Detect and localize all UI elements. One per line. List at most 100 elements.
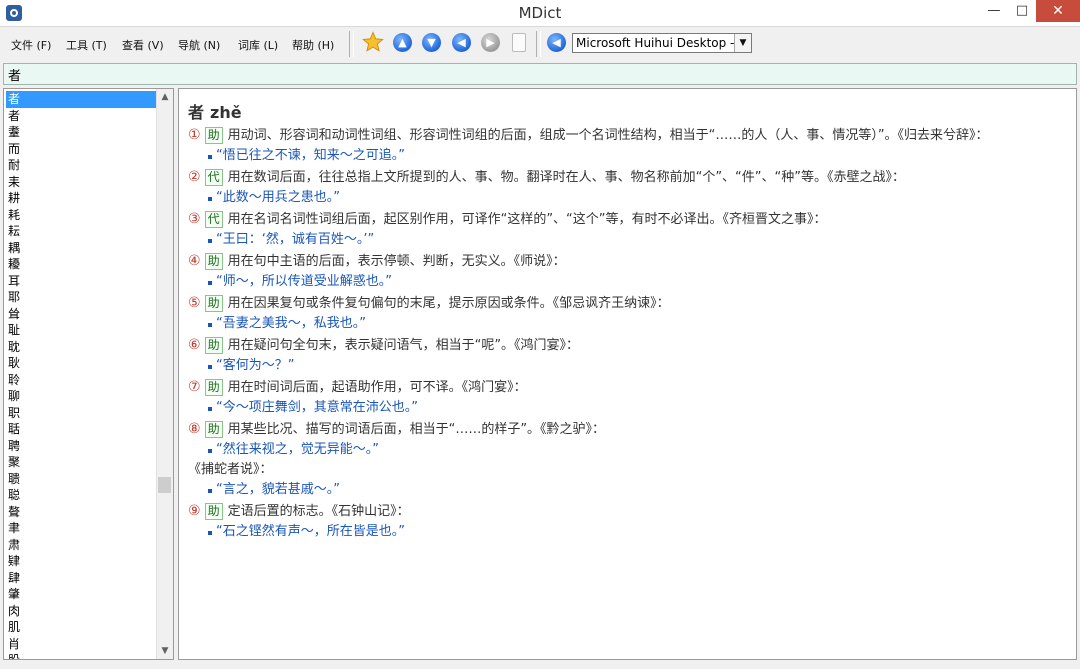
menu-navigate[interactable]: 导航 (N): [178, 37, 220, 53]
example-text: “此数～用兵之患也。”: [216, 190, 340, 205]
sense-number: ⑧: [188, 421, 201, 437]
sense-number: ①: [188, 127, 201, 143]
word-list-item[interactable]: 肌: [6, 619, 156, 636]
word-list-item[interactable]: 肄: [6, 553, 156, 570]
chevron-up-icon[interactable]: ▲: [157, 89, 173, 105]
sense-text: 用动词、形容词和动词性词组、形容词性词组的后面，组成一个名词性结构，相当于“………: [227, 128, 989, 143]
menu-help[interactable]: 帮助 (H): [292, 37, 334, 53]
search-input[interactable]: [3, 63, 1077, 85]
sense-text: 用在句中主语的后面，表示停顿、判断，无实义。《师说》：: [227, 254, 566, 269]
arrow-up-icon[interactable]: ▲: [393, 33, 412, 52]
sense-text: 定语后置的标志。《石钟山记》：: [227, 504, 410, 519]
close-button[interactable]: ✕: [1036, 0, 1080, 22]
menu-tools[interactable]: 工具 (T): [66, 37, 107, 53]
word-list-item[interactable]: 耒: [6, 174, 156, 191]
minimize-button[interactable]: —: [980, 0, 1008, 22]
word-list-scrollbar[interactable]: ▲ ▼: [156, 89, 173, 659]
example-sentence: “吾妻之美我～，私我也。”: [188, 314, 1058, 334]
example-sentence: “然往来视之，觉无异能～。”: [188, 440, 1058, 460]
chevron-down-icon[interactable]: ▼: [734, 34, 751, 52]
example-sentence: “石之铿然有声～，所在皆是也。”: [188, 522, 1058, 542]
sense-definition: ⑨ 助定语后置的标志。《石钟山记》：: [188, 501, 1058, 522]
scroll-thumb[interactable]: [158, 477, 171, 493]
word-list-item[interactable]: 职: [6, 405, 156, 422]
menu-toolbar: 文件 (F) 工具 (T) 查看 (V) 导航 (N) 词库 (L) 帮助 (H…: [0, 27, 1080, 61]
toolbar-separator: [536, 31, 541, 57]
word-list-item[interactable]: 耿: [6, 355, 156, 372]
word-list-item[interactable]: 耗: [6, 207, 156, 224]
clipboard-icon[interactable]: [512, 33, 526, 52]
back-icon[interactable]: ◀: [452, 33, 471, 52]
word-list[interactable]: 者者耋而耐耒耕耗耘耦耰耳耶耸耻耽耿聆聊职聒聘聚聩聪聱聿肃肄肆肇肉肌肖股 ▲ ▼: [3, 88, 174, 660]
word-list-item[interactable]: 耘: [6, 223, 156, 240]
arrow-down-icon[interactable]: ▼: [422, 33, 441, 52]
favorite-star-icon[interactable]: [362, 31, 384, 52]
menu-file[interactable]: 文件 (F): [11, 37, 51, 53]
status-strip: [0, 662, 1080, 669]
word-list-item[interactable]: 耳: [6, 273, 156, 290]
word-list-item[interactable]: 聒: [6, 421, 156, 438]
example-sentence: “悟已往之不谏，知来～之可追。”: [188, 146, 1058, 166]
menu-view[interactable]: 查看 (V): [122, 37, 164, 53]
chevron-down-icon[interactable]: ▼: [157, 643, 173, 659]
word-list-item[interactable]: 聆: [6, 372, 156, 389]
word-list-item[interactable]: 耶: [6, 289, 156, 306]
example-text: “然往来视之，觉无异能～。”: [216, 442, 379, 457]
sense-number: ③: [188, 211, 201, 227]
sense-number: ⑨: [188, 503, 201, 519]
sense-definition: ⑦ 助用在时间词后面，起语助作用，可不译。《鸿门宴》：: [188, 377, 1058, 398]
word-list-item[interactable]: 肇: [6, 586, 156, 603]
window-title: MDict: [518, 4, 562, 22]
headword-line: 者 zhě: [188, 99, 1058, 123]
word-list-item[interactable]: 者: [6, 91, 156, 108]
sense-number: ⑥: [188, 337, 201, 353]
source-citation: 《捕蛇者说》：: [188, 462, 273, 477]
example-text: “悟已往之不谏，知来～之可追。”: [216, 148, 405, 163]
sense-definition: ⑧ 助用某些比况、描写的词语后面，相当于“……的样子”。《黔之驴》：: [188, 419, 1058, 440]
example-text: “言之，貌若甚戚～。”: [216, 482, 340, 497]
word-list-item[interactable]: 耰: [6, 256, 156, 273]
example-text: “今～项庄舞剑，其意常在沛公也。”: [216, 400, 418, 415]
example-sentence: “王曰：‘然，诚有百姓～。’”: [188, 230, 1058, 250]
part-of-speech-tag: 助: [204, 379, 223, 396]
word-list-item[interactable]: 聚: [6, 454, 156, 471]
example-text: “石之铿然有声～，所在皆是也。”: [216, 524, 405, 539]
sense-number: ⑦: [188, 379, 201, 395]
example-sentence: “言之，貌若甚戚～。”: [188, 480, 1058, 500]
word-list-item[interactable]: 耸: [6, 306, 156, 323]
word-list-item[interactable]: 聘: [6, 438, 156, 455]
sense-text: 用在时间词后面，起语助作用，可不译。《鸿门宴》：: [227, 380, 527, 395]
word-list-item[interactable]: 耋: [6, 124, 156, 141]
word-list-item[interactable]: 聪: [6, 487, 156, 504]
speaker-icon[interactable]: ◀: [547, 33, 566, 52]
word-list-item[interactable]: 肃: [6, 537, 156, 554]
example-text: “师～，所以传道受业解惑也。”: [216, 274, 392, 289]
voice-select-value: Microsoft Huihui Desktop - C: [576, 36, 734, 50]
word-list-items: 者者耋而耐耒耕耗耘耦耰耳耶耸耻耽耿聆聊职聒聘聚聩聪聱聿肃肄肆肇肉肌肖股: [6, 91, 156, 659]
word-list-item[interactable]: 聩: [6, 471, 156, 488]
word-list-item[interactable]: 聿: [6, 520, 156, 537]
word-list-item[interactable]: 耐: [6, 157, 156, 174]
example-sentence: “今～项庄舞剑，其意常在沛公也。”: [188, 398, 1058, 418]
word-list-item[interactable]: 耽: [6, 339, 156, 356]
part-of-speech-tag: 助: [204, 253, 223, 270]
word-list-item[interactable]: 肉: [6, 603, 156, 620]
word-list-item[interactable]: 耻: [6, 322, 156, 339]
example-sentence: “客何为～？”: [188, 356, 1058, 376]
maximize-button[interactable]: □: [1008, 0, 1036, 22]
word-list-item[interactable]: 聊: [6, 388, 156, 405]
word-list-item[interactable]: 耕: [6, 190, 156, 207]
menu-library[interactable]: 词库 (L): [238, 37, 278, 53]
word-list-item[interactable]: 肖: [6, 636, 156, 653]
word-list-item[interactable]: 聱: [6, 504, 156, 521]
voice-select[interactable]: Microsoft Huihui Desktop - C ▼: [572, 33, 752, 53]
toolbar-separator: [349, 31, 354, 57]
sense-list: ① 助 用动词、形容词和动词性词组、形容词性词组的后面，组成一个名词性结构，相当于“…: [188, 125, 1058, 542]
word-list-item[interactable]: 者: [6, 108, 156, 125]
forward-icon[interactable]: ▶: [481, 33, 500, 52]
word-list-item[interactable]: 而: [6, 141, 156, 158]
word-list-item[interactable]: 肆: [6, 570, 156, 587]
word-list-item[interactable]: 股: [6, 652, 156, 659]
word-list-item[interactable]: 耦: [6, 240, 156, 257]
part-of-speech-tag: 代: [204, 169, 223, 186]
